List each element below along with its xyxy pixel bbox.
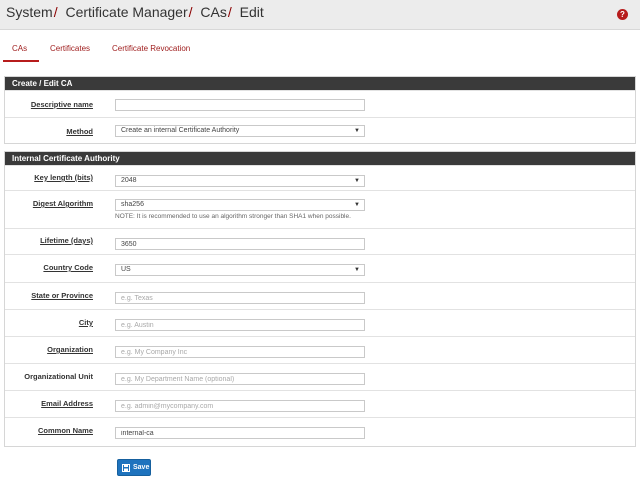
digest-algorithm-select-value: sha256 [121, 201, 144, 208]
page-header: System/ Certificate Manager/ CAs/ Edit ? [0, 0, 640, 30]
help-icon[interactable]: ? [617, 9, 628, 20]
digest-algorithm-note: NOTE: It is recommended to use an algori… [115, 213, 351, 220]
city-input[interactable] [115, 319, 365, 331]
state-label: State or Province [31, 291, 93, 300]
key-length-select-value: 2048 [121, 177, 137, 184]
key-length-select[interactable]: 2048 ▼ [115, 175, 365, 187]
org-unit-label: Organizational Unit [24, 372, 93, 381]
state-input[interactable] [115, 292, 365, 304]
organization-label: Organization [47, 345, 93, 354]
chevron-down-icon: ▼ [354, 267, 360, 273]
panel-title: Create / Edit CA [5, 77, 635, 90]
org-unit-row: Organizational Unit [5, 363, 635, 390]
email-input[interactable] [115, 400, 365, 412]
internal-ca-panel: Internal Certificate Authority Key lengt… [4, 151, 636, 447]
country-code-select-value: US [121, 266, 131, 273]
organization-input[interactable] [115, 346, 365, 358]
tab-certificate-revocation[interactable]: Certificate Revocation [112, 44, 190, 53]
country-code-select[interactable]: US ▼ [115, 264, 365, 276]
breadcrumb-separator: / [53, 4, 58, 20]
descriptive-name-input[interactable] [115, 99, 365, 111]
digest-algorithm-label: Digest Algorithm [32, 199, 93, 208]
create-edit-ca-panel: Create / Edit CA Descriptive name Method… [4, 76, 636, 144]
organization-row: Organization [5, 336, 635, 363]
breadcrumb-certificate-manager[interactable]: Certificate Manager [65, 4, 187, 20]
chevron-down-icon: ▼ [354, 202, 360, 208]
org-unit-input[interactable] [115, 373, 365, 385]
common-name-label: Common Name [37, 426, 93, 435]
breadcrumb-edit: Edit [239, 4, 264, 20]
lifetime-input[interactable] [115, 238, 365, 250]
method-row: Method Create an internal Certificate Au… [5, 117, 635, 143]
key-length-label: Key length (bits) [34, 173, 93, 182]
common-name-row: Common Name [5, 417, 635, 443]
lifetime-label: Lifetime (days) [40, 236, 93, 245]
lifetime-row: Lifetime (days) [5, 228, 635, 254]
key-length-row: Key length (bits) 2048 ▼ [5, 165, 635, 190]
descriptive-name-label: Descriptive name [30, 100, 93, 109]
email-label: Email Address [41, 399, 93, 408]
breadcrumb-system[interactable]: System [6, 4, 53, 20]
save-icon [122, 464, 130, 472]
digest-algorithm-row: Digest Algorithm sha256 ▼ NOTE: It is re… [5, 190, 635, 228]
panel-title: Internal Certificate Authority [5, 152, 635, 165]
country-code-label: Country Code [43, 263, 93, 272]
digest-algorithm-select[interactable]: sha256 ▼ [115, 199, 365, 211]
breadcrumb-separator: / [188, 4, 193, 20]
chevron-down-icon: ▼ [354, 178, 360, 184]
state-row: State or Province [5, 282, 635, 309]
breadcrumb-separator: / [227, 4, 232, 20]
country-code-row: Country Code US ▼ [5, 254, 635, 282]
tab-bar: CAs Certificates Certificate Revocation [0, 38, 640, 62]
save-button-label: Save [133, 464, 150, 471]
active-tab-indicator [3, 60, 39, 62]
email-row: Email Address [5, 390, 635, 417]
method-select[interactable]: Create an internal Certificate Authority… [115, 125, 365, 137]
chevron-down-icon: ▼ [354, 128, 360, 134]
city-row: City [5, 309, 635, 336]
descriptive-name-row: Descriptive name [5, 90, 635, 117]
tab-certificates[interactable]: Certificates [50, 44, 90, 53]
common-name-input[interactable] [115, 427, 365, 439]
method-label: Method [66, 127, 93, 136]
method-select-value: Create an internal Certificate Authority [121, 127, 240, 134]
breadcrumb: System/ Certificate Manager/ CAs/ Edit [6, 4, 264, 20]
city-label: City [78, 318, 93, 327]
tab-cas[interactable]: CAs [12, 44, 27, 53]
save-button[interactable]: Save [117, 459, 151, 476]
breadcrumb-cas[interactable]: CAs [200, 4, 226, 20]
